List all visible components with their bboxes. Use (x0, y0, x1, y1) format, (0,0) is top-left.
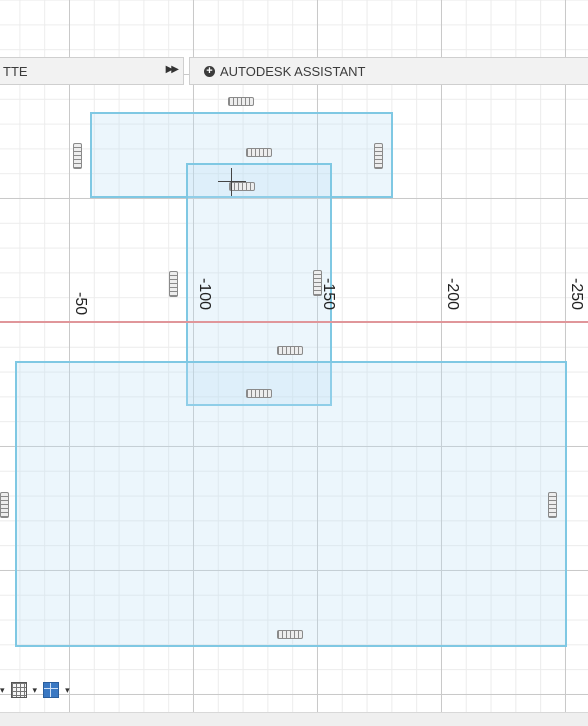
grid-dropdown-icon[interactable]: ▾ (33, 685, 38, 696)
grid-icon[interactable] (10, 682, 27, 698)
viewports-icon[interactable] (43, 682, 60, 698)
horizontal-constraint-icon[interactable] (228, 97, 254, 106)
status-bar (0, 712, 588, 726)
palette-label: TTE (3, 63, 28, 79)
vertical-constraint-icon[interactable] (374, 143, 383, 169)
assistant-label: AUTODESK ASSISTANT (220, 63, 366, 79)
sketch-rectangle-bottom[interactable] (15, 361, 567, 647)
ruler-label: -100 (196, 278, 213, 311)
sketch-palette-header[interactable]: TTE ▶▶ (0, 57, 184, 85)
x-axis-line (0, 321, 588, 323)
ruler-label: -250 (568, 278, 585, 311)
plus-circle-icon[interactable]: + (204, 65, 215, 77)
vertical-constraint-icon[interactable] (548, 492, 557, 518)
display-toolbar: ▾ ▾ ▾ (0, 678, 70, 702)
vertical-constraint-icon[interactable] (313, 270, 322, 296)
horizontal-constraint-icon[interactable] (246, 148, 272, 157)
horizontal-constraint-icon[interactable] (277, 346, 303, 355)
ruler-label: -200 (444, 278, 461, 311)
vertical-constraint-icon[interactable] (0, 492, 9, 518)
autodesk-assistant-header[interactable]: + AUTODESK ASSISTANT (189, 57, 588, 85)
display-settings-dropdown-icon[interactable]: ▾ (0, 685, 5, 696)
horizontal-constraint-icon[interactable] (277, 630, 303, 639)
vertical-constraint-icon[interactable] (73, 143, 82, 169)
sketch-canvas[interactable]: TTE ▶▶ + AUTODESK ASSISTANT -50 -100 -15… (0, 0, 588, 712)
double-chevron-right-icon[interactable]: ▶▶ (166, 64, 179, 75)
ruler-label: -50 (72, 292, 89, 316)
vertical-constraint-icon[interactable] (169, 271, 178, 297)
crosshair-cursor-icon (218, 168, 246, 196)
viewports-dropdown-icon[interactable]: ▾ (65, 685, 70, 696)
horizontal-constraint-icon[interactable] (246, 389, 272, 398)
